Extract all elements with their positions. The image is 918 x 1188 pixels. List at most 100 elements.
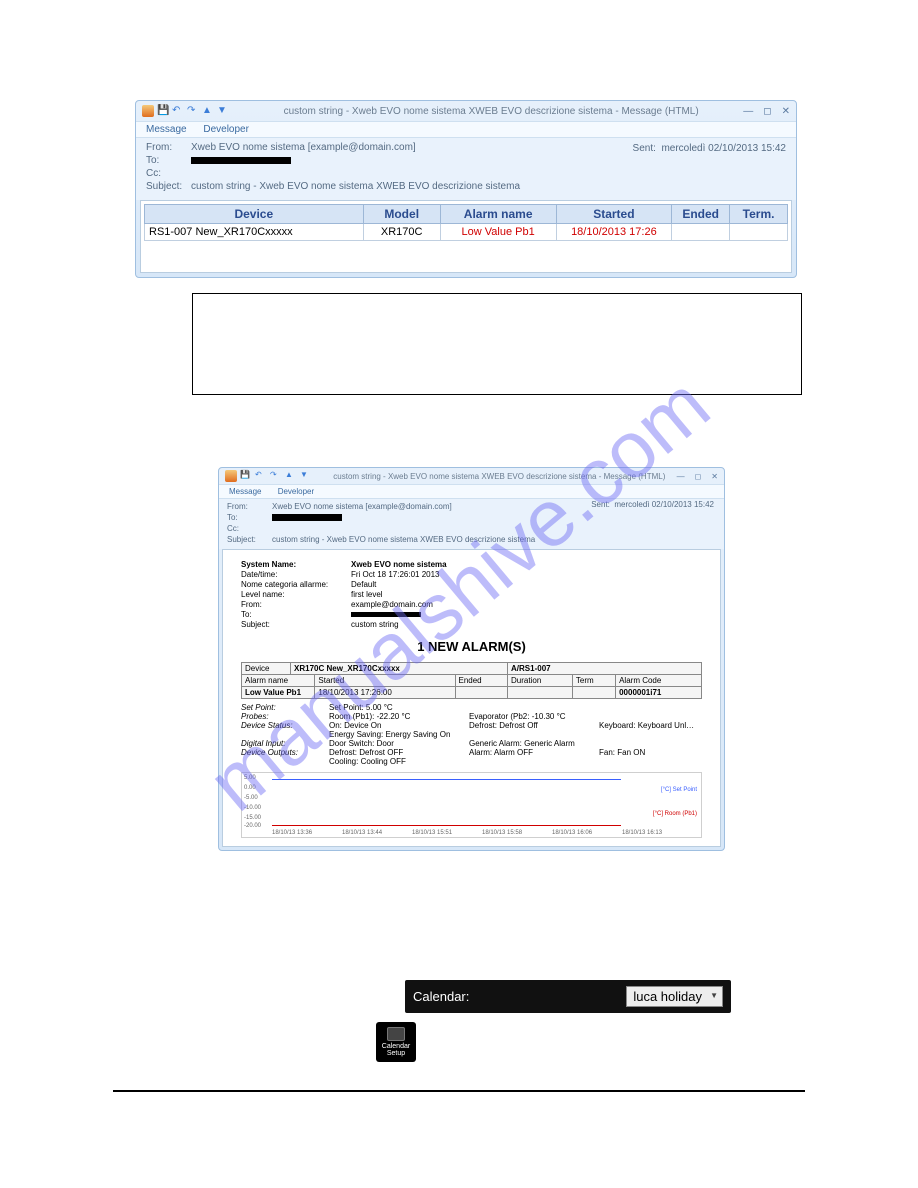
th-alarm: Alarm name: [440, 205, 556, 224]
code-value: 0000001i71: [616, 687, 702, 699]
calendar-setup-button[interactable]: Calendar Setup: [376, 1022, 416, 1062]
alarmname-value: Low Value Pb1: [242, 687, 315, 699]
quick-access-toolbar: 💾 ↶ ↷ ▲ ▼: [142, 105, 229, 117]
ssubj-label: Subject:: [241, 620, 351, 629]
sfrom-value: example@domain.com: [351, 600, 433, 609]
titlebar-2: 💾 ↶ ↷ ▲ ▼ custom string - Xweb EVO nome …: [219, 468, 724, 484]
setpoint-label: Set Point:: [241, 703, 329, 712]
window-title: custom string - Xweb EVO nome sistema XW…: [239, 106, 743, 117]
close-icon[interactable]: ✕: [711, 472, 718, 481]
category-value: Default: [351, 580, 376, 589]
th-ended: Ended: [672, 205, 730, 224]
minimize-icon[interactable]: —: [677, 472, 685, 481]
diginput-label: Digital Input:: [241, 739, 329, 748]
message-headers: Sent: mercoledì 02/10/2013 15:42 From:Xw…: [219, 499, 724, 549]
calendar-bar: Calendar: luca holiday: [405, 980, 731, 1013]
ytick: -15.00: [244, 815, 261, 821]
up-icon[interactable]: ▲: [285, 470, 297, 482]
subject-label: Subject:: [146, 181, 191, 192]
alarmname-header: Alarm name: [242, 675, 315, 687]
tab-developer[interactable]: Developer: [278, 487, 314, 496]
term-value: [572, 687, 615, 699]
alarm-heading: 1 NEW ALARM(S): [241, 639, 702, 654]
xtick: 18/10/13 15:51: [412, 830, 452, 836]
up-icon[interactable]: ▲: [202, 105, 214, 117]
tab-developer[interactable]: Developer: [203, 124, 249, 135]
tab-message[interactable]: Message: [229, 487, 261, 496]
page-divider: [113, 1090, 805, 1092]
calendar-icon-label: Calendar Setup: [376, 1043, 416, 1057]
redo-icon[interactable]: ↷: [270, 470, 282, 482]
datetime-value: Fri Oct 18 17:26:01 2013: [351, 570, 440, 579]
ribbon-tabs: Message Developer: [219, 484, 724, 499]
ytick: -5.00: [244, 795, 258, 801]
email-window-1: 💾 ↶ ↷ ▲ ▼ custom string - Xweb EVO nome …: [135, 100, 797, 278]
cell-device: RS1-007 New_XR170Cxxxxx: [145, 224, 364, 241]
maximize-icon[interactable]: ◻: [763, 106, 771, 117]
subject-value: custom string - Xweb EVO nome sistema XW…: [272, 535, 716, 544]
app-icon: [142, 105, 154, 117]
xtick: 18/10/13 15:58: [482, 830, 522, 836]
xtick: 18/10/13 16:13: [622, 830, 662, 836]
to-label: To:: [146, 155, 191, 166]
sysname-label: System Name:: [241, 560, 351, 569]
cell-started: 18/10/2013 17:26: [556, 224, 672, 241]
close-icon[interactable]: ✕: [782, 106, 790, 117]
ytick: -20.00: [244, 823, 261, 829]
calendar-dropdown[interactable]: luca holiday: [626, 986, 723, 1007]
devstatus-value: On: Device On: [329, 721, 381, 730]
probes-value2: Evaporator (Pb2: -10.30 °C: [469, 712, 599, 721]
cell-term: [730, 224, 788, 241]
xtick: 18/10/13 13:36: [272, 830, 312, 836]
tab-message[interactable]: Message: [146, 124, 187, 135]
code-header: Alarm Code: [616, 675, 702, 687]
th-device: Device: [145, 205, 364, 224]
cell-model: XR170C: [363, 224, 440, 241]
devoutput-value1b: Cooling: Cooling OFF: [329, 757, 406, 766]
app-icon: [225, 470, 237, 482]
devoutput-value2: Alarm: Alarm OFF: [469, 748, 599, 766]
started-header: Started: [315, 675, 455, 687]
sfrom-label: From:: [241, 600, 351, 609]
setpoint-value: Set Point: 5.00 °C: [329, 703, 469, 712]
note-box: [192, 293, 802, 395]
maximize-icon[interactable]: ◻: [695, 472, 702, 481]
series-setpoint: [272, 779, 621, 780]
down-icon[interactable]: ▼: [217, 105, 229, 117]
down-icon[interactable]: ▼: [300, 470, 312, 482]
category-label: Nome categoria allarme:: [241, 580, 351, 589]
save-icon[interactable]: 💾: [240, 470, 252, 482]
save-icon[interactable]: 💾: [157, 105, 169, 117]
term-header: Term: [572, 675, 615, 687]
sent-field: Sent: mercoledì 02/10/2013 15:42: [591, 500, 714, 509]
legend-room: [°C] Room (Pb1): [653, 811, 697, 817]
diginput-value2: Generic Alarm: Generic Alarm: [469, 739, 599, 748]
level-value: first level: [351, 590, 383, 599]
alarm-table: Device Model Alarm name Started Ended Te…: [144, 204, 788, 241]
ribbon-tabs: Message Developer: [136, 121, 796, 138]
redacted-recipient: [191, 157, 291, 164]
titlebar: 💾 ↶ ↷ ▲ ▼ custom string - Xweb EVO nome …: [136, 101, 796, 121]
xtick: 18/10/13 13:44: [342, 830, 382, 836]
to-label: To:: [227, 513, 272, 522]
undo-icon[interactable]: ↶: [172, 105, 184, 117]
email-window-2: 💾 ↶ ↷ ▲ ▼ custom string - Xweb EVO nome …: [218, 467, 725, 851]
cc-label: Cc:: [146, 168, 191, 179]
devoutput-value: Defrost: Defrost OFF: [329, 748, 403, 757]
from-label: From:: [146, 142, 191, 153]
ytick: 0.00: [244, 785, 256, 791]
sent-field: Sent: mercoledì 02/10/2013 15:42: [633, 143, 786, 154]
chart: 5.00 0.00 -5.00 -10.00 -15.00 -20.00 [°C…: [241, 772, 702, 838]
redo-icon[interactable]: ↷: [187, 105, 199, 117]
minimize-icon[interactable]: —: [743, 106, 753, 117]
undo-icon[interactable]: ↶: [255, 470, 267, 482]
level-label: Level name:: [241, 590, 351, 599]
ssubj-value: custom string: [351, 620, 399, 629]
th-model: Model: [363, 205, 440, 224]
devstatus-label: Device Status:: [241, 721, 329, 739]
duration-header: Duration: [508, 675, 573, 687]
duration-value: [508, 687, 573, 699]
a-value: A/RS1-007: [508, 663, 702, 675]
ended-header: Ended: [455, 675, 508, 687]
diginput-value: Door Switch: Door: [329, 739, 469, 748]
